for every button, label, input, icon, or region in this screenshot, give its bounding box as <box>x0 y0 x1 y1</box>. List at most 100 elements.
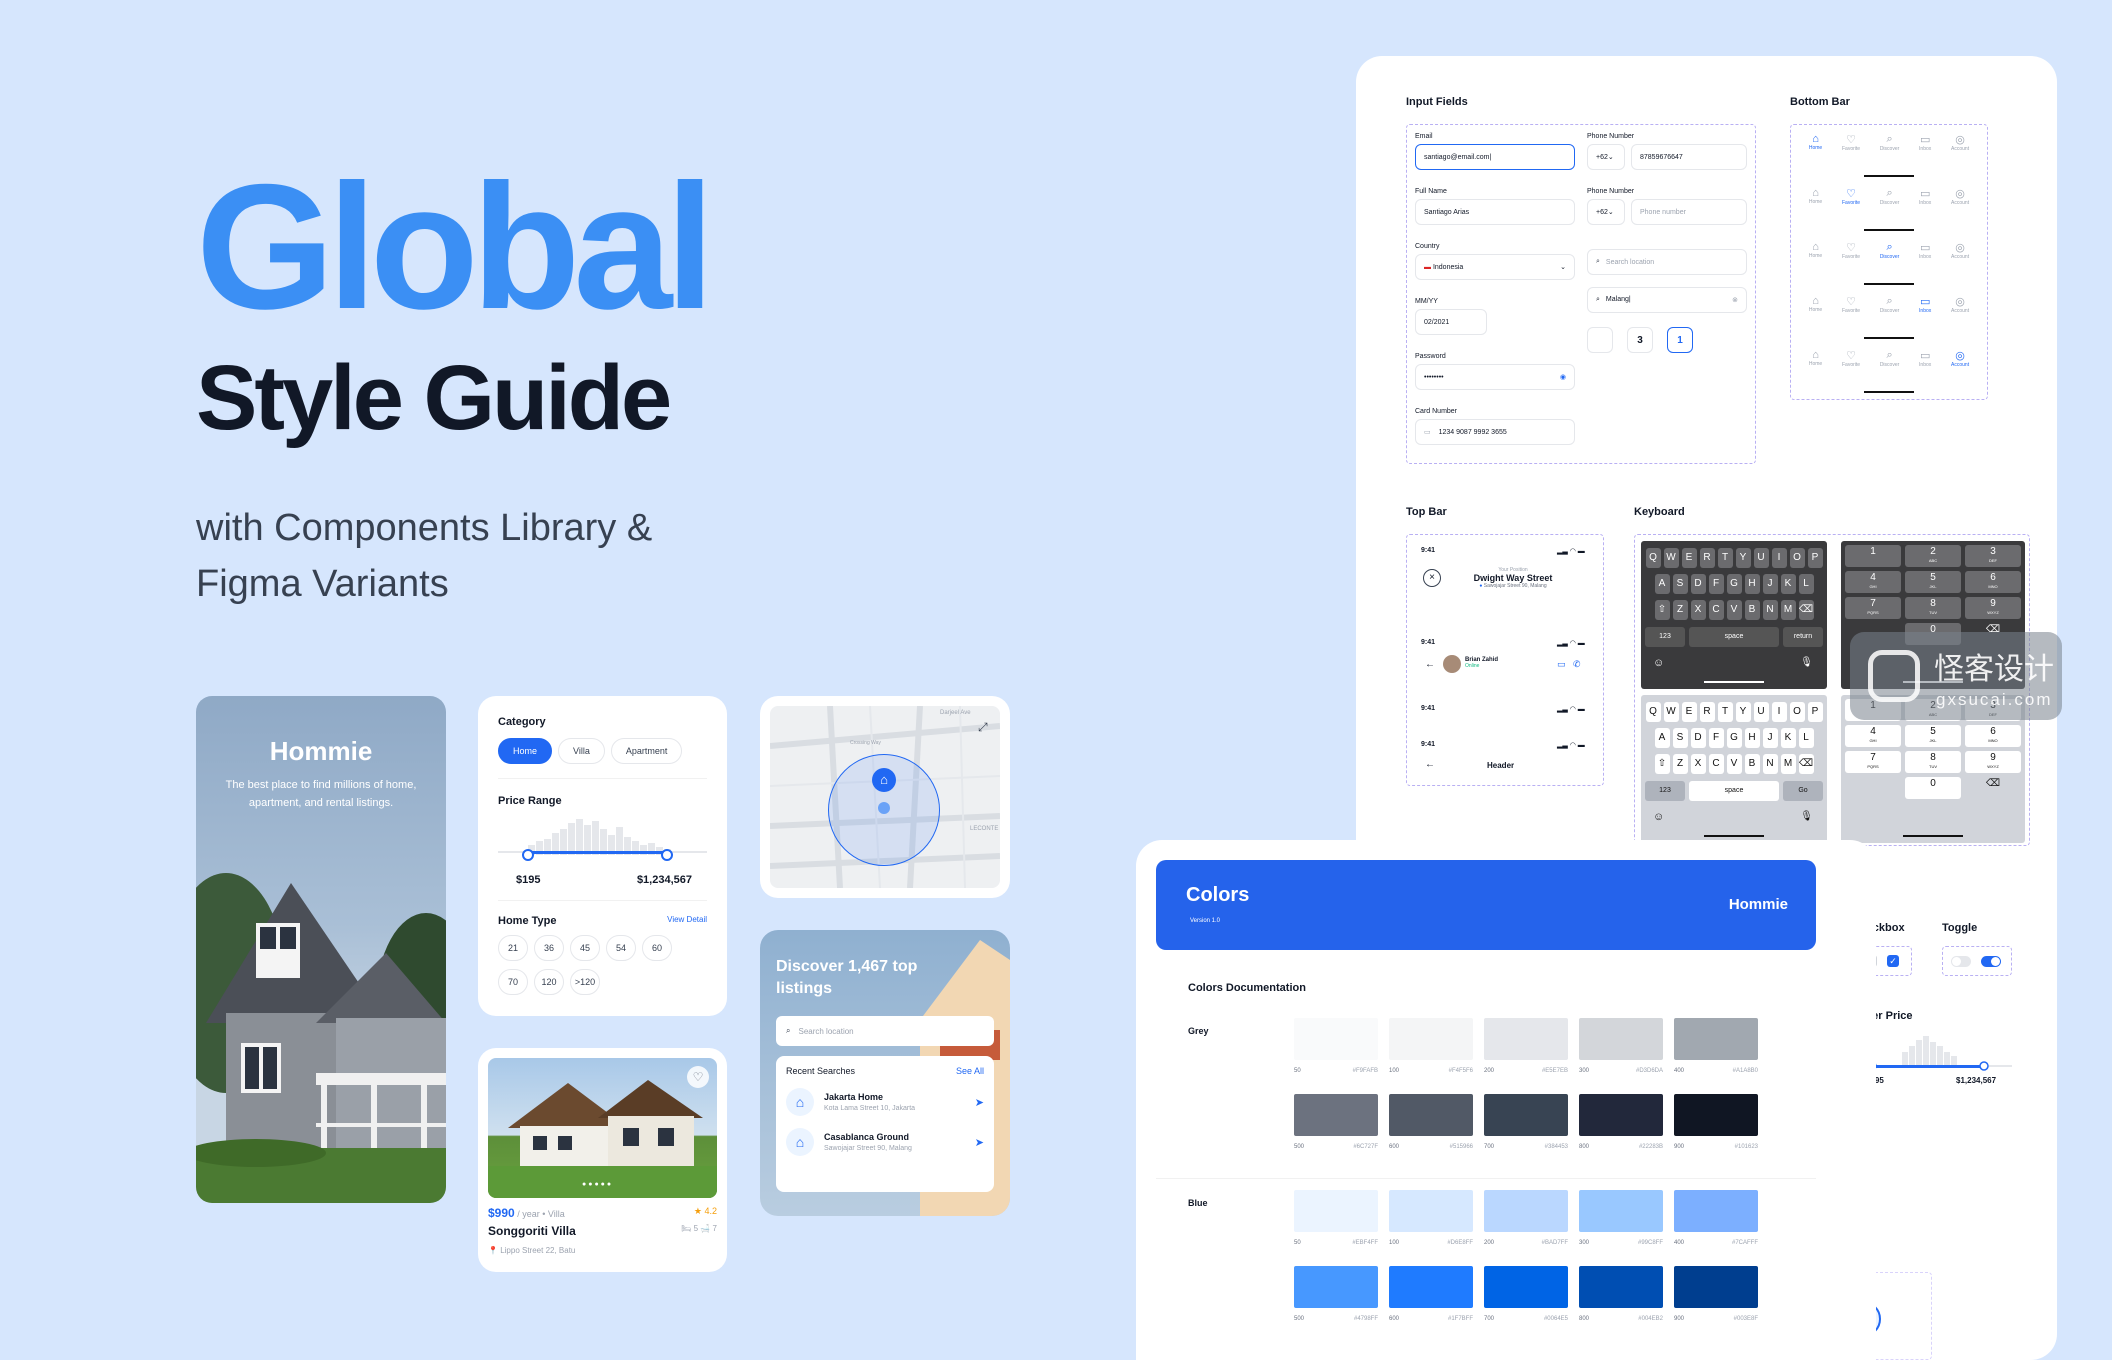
back-arrow-icon[interactable]: ← <box>1425 759 1435 770</box>
view-detail-link[interactable]: View Detail <box>667 915 707 927</box>
keyboard-key[interactable]: E <box>1681 548 1697 568</box>
keyboard-key[interactable]: N <box>1762 600 1778 620</box>
keyboard-key[interactable]: P <box>1807 548 1823 568</box>
numbers-key[interactable]: 123 <box>1645 627 1685 647</box>
bottom-bar-item[interactable]: ♡ Favorite <box>1842 241 1860 285</box>
keyboard-key[interactable]: H <box>1744 728 1760 748</box>
fullname-field[interactable]: Santiago Arias <box>1415 199 1575 225</box>
keyboard-key[interactable]: D <box>1690 728 1706 748</box>
bottom-bar-item[interactable]: ⌕ Discover <box>1880 187 1899 231</box>
keyboard-key[interactable]: B <box>1744 754 1760 774</box>
keyboard-key[interactable]: M <box>1780 600 1796 620</box>
backspace-key-icon[interactable]: ⌫ <box>1798 600 1814 620</box>
bottom-bar-item[interactable]: ▭ Inbox <box>1919 349 1931 393</box>
mmyy-field[interactable]: 02/2021 <box>1415 309 1487 335</box>
navigate-arrow-icon[interactable]: ➤ <box>975 1136 984 1149</box>
bottom-bar-item[interactable]: ▭ Inbox <box>1919 241 1931 285</box>
bottom-bar-item[interactable]: ▭ Inbox <box>1919 133 1931 177</box>
otp-box[interactable]: 3 <box>1627 327 1653 353</box>
keyboard-key[interactable]: O <box>1789 548 1805 568</box>
keyboard-key[interactable]: X <box>1690 754 1706 774</box>
bottom-bar-item[interactable]: ♡ Favorite <box>1842 133 1860 177</box>
numpad-key[interactable]: 4 GHI <box>1845 571 1901 593</box>
phone-field[interactable]: 87859676647 <box>1631 144 1747 170</box>
emoji-icon[interactable]: ☺ <box>1653 811 1664 823</box>
keyboard-key[interactable]: J <box>1762 728 1778 748</box>
numpad-key[interactable]: 7 PQRS <box>1845 751 1901 773</box>
home-type-option[interactable]: 36 <box>534 935 564 961</box>
microphone-icon[interactable]: 🎙 <box>1800 657 1813 668</box>
numpad-key[interactable]: 5 JKL <box>1905 571 1961 593</box>
navigate-arrow-icon[interactable]: ➤ <box>975 1096 984 1109</box>
bottom-bar-item[interactable]: ▭ Inbox <box>1919 295 1931 339</box>
numpad-key[interactable]: 8 TUV <box>1905 751 1961 773</box>
bottom-bar-item[interactable]: ⌂ Home <box>1809 295 1822 339</box>
return-key[interactable]: return <box>1783 627 1823 647</box>
keyboard-key[interactable]: U <box>1753 548 1769 568</box>
back-arrow-icon[interactable]: ← <box>1425 659 1435 670</box>
keyboard-key[interactable]: A <box>1654 574 1670 594</box>
shift-key-icon[interactable]: ⇧ <box>1654 754 1670 774</box>
keyboard-key[interactable]: I <box>1771 548 1787 568</box>
home-type-option[interactable]: 21 <box>498 935 528 961</box>
bottom-bar-item[interactable]: ◎ Account <box>1951 187 1969 231</box>
home-type-option[interactable]: 54 <box>606 935 636 961</box>
numpad-key[interactable]: 6 MNO <box>1965 571 2021 593</box>
bottom-bar-item[interactable]: ⌕ Discover <box>1880 349 1899 393</box>
space-key[interactable]: space <box>1689 781 1779 801</box>
video-call-icon[interactable]: ▭ <box>1557 659 1566 670</box>
see-all-link[interactable]: See All <box>956 1066 984 1076</box>
keyboard-key[interactable]: V <box>1726 754 1742 774</box>
keyboard-key[interactable]: Y <box>1735 548 1751 568</box>
location-search-filled[interactable]: ⌕ Malang| ⊗ <box>1587 287 1747 313</box>
keyboard-key[interactable]: W <box>1663 548 1679 568</box>
listing-card[interactable]: ♡ ●●●●● $990 / year • Villa ★ 4.2 Songgo… <box>478 1048 727 1272</box>
keyboard-key[interactable]: R <box>1699 548 1715 568</box>
keyboard-key[interactable]: G <box>1726 574 1742 594</box>
keyboard-key[interactable]: U <box>1753 702 1769 722</box>
toggle-on[interactable] <box>1981 956 2001 967</box>
keyboard-key[interactable]: Q <box>1645 548 1661 568</box>
keyboard-key[interactable]: K <box>1780 574 1796 594</box>
keyboard-key[interactable]: L <box>1798 728 1814 748</box>
close-icon[interactable]: × <box>1423 569 1441 587</box>
keyboard-key[interactable]: R <box>1699 702 1715 722</box>
emoji-icon[interactable]: ☺ <box>1653 657 1664 669</box>
numpad-key[interactable]: 4 GHI <box>1845 725 1901 747</box>
keyboard-key[interactable]: Z <box>1672 600 1688 620</box>
bottom-bar-item[interactable]: ⌕ Discover <box>1880 295 1899 339</box>
return-key[interactable]: Go <box>1783 781 1823 801</box>
home-type-option[interactable]: >120 <box>570 969 600 995</box>
favorite-heart-icon[interactable]: ♡ <box>687 1066 709 1088</box>
bottom-bar-item[interactable]: ♡ Favorite <box>1842 349 1860 393</box>
home-type-option[interactable]: 60 <box>642 935 672 961</box>
numbers-key[interactable]: 123 <box>1645 781 1685 801</box>
numpad-key[interactable]: 3DEF <box>1965 545 2021 567</box>
keyboard-key[interactable]: Q <box>1645 702 1661 722</box>
phone-call-icon[interactable]: ✆ <box>1573 659 1581 670</box>
country-code-select[interactable]: +62 ⌄ <box>1587 144 1625 170</box>
shift-key-icon[interactable]: ⇧ <box>1654 600 1670 620</box>
keyboard-key[interactable]: C <box>1708 754 1724 774</box>
keyboard-key[interactable]: W <box>1663 702 1679 722</box>
checkbox-checked[interactable]: ✓ <box>1887 955 1899 967</box>
keyboard-key[interactable]: S <box>1672 574 1688 594</box>
numpad-key[interactable]: 2ABC <box>1905 545 1961 567</box>
eye-icon[interactable]: ◉ <box>1560 373 1566 381</box>
keyboard-key[interactable]: E <box>1681 702 1697 722</box>
bottom-bar-item[interactable]: ▭ Inbox <box>1919 187 1931 231</box>
category-pill-villa[interactable]: Villa <box>558 738 605 764</box>
keyboard-key[interactable]: V <box>1726 600 1742 620</box>
numpad-key[interactable]: 6 MNO <box>1965 725 2021 747</box>
numpad-key[interactable]: 9 WXYZ <box>1965 751 2021 773</box>
discover-search-input[interactable]: ⌕ Search location <box>776 1016 994 1046</box>
keyboard-key[interactable]: I <box>1771 702 1787 722</box>
keyboard-key[interactable]: X <box>1690 600 1706 620</box>
price-slider[interactable] <box>498 849 707 874</box>
recent-search-item[interactable]: ⌂ Jakarta Home Kota Lama Street 10, Jakar… <box>786 1088 984 1116</box>
bottom-bar-item[interactable]: ◎ Account <box>1951 295 1969 339</box>
keyboard-key[interactable]: C <box>1708 600 1724 620</box>
country-select[interactable]: ▬ Indonesia ⌄ <box>1415 254 1575 280</box>
email-field[interactable]: santiago@email.com| <box>1415 144 1575 170</box>
bottom-bar-item[interactable]: ⌂ Home <box>1809 241 1822 285</box>
